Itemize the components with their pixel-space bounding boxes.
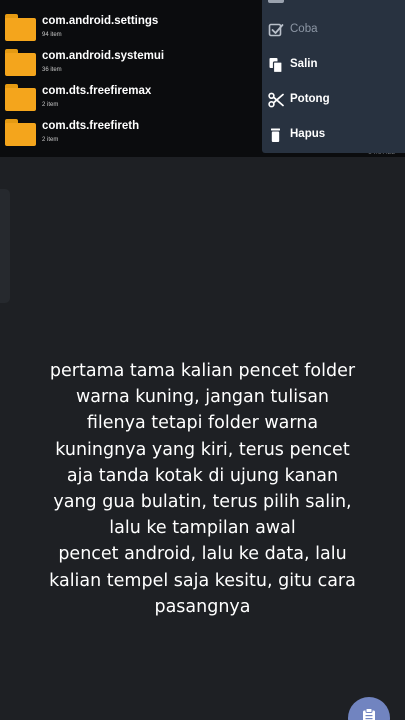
menu-item-label: Potong: [290, 93, 330, 105]
clipboard-icon: [363, 708, 375, 720]
screen: com.android.settings 94 item com.android…: [0, 0, 405, 720]
file-item-count: 2 item: [42, 137, 59, 143]
menu-item-label: Coba: [290, 23, 318, 35]
file-row[interactable]: com.dts.freefiremax 2 item: [0, 80, 262, 115]
context-menu: Coba Salin Potong Hapus: [262, 0, 405, 153]
menu-item-label: Salin: [290, 58, 318, 70]
file-name: com.android.systemui: [42, 50, 165, 62]
file-item-count: 94 item: [42, 32, 62, 38]
caption-text: pertama tama kalian pencet folder warna …: [30, 358, 375, 620]
paste-fab-button[interactable]: [348, 697, 390, 720]
menu-item-hapus[interactable]: Hapus: [262, 120, 405, 150]
caption-line: pencet android, lalu ke data, lalu: [58, 544, 347, 565]
folder-icon[interactable]: [5, 119, 36, 146]
caption-line: aja tanda kotak di ujung kanan: [66, 465, 339, 486]
file-row[interactable]: com.android.settings 94 item: [0, 10, 262, 45]
copy-icon: [269, 58, 283, 73]
folder-icon[interactable]: [5, 84, 36, 111]
folder-icon[interactable]: [5, 49, 36, 76]
caption-line: kuningnya yang kiri, terus pencet: [55, 439, 350, 460]
side-panel-handle[interactable]: [0, 189, 10, 303]
caption-line: kalian tempel saja kesitu, gitu cara: [49, 570, 356, 591]
caption-line: pertama tama kalian pencet folder: [49, 361, 356, 381]
file-name: com.android.settings: [42, 15, 159, 27]
file-item-count: 36 item: [42, 67, 62, 73]
file-name: com.dts.freefiremax: [42, 85, 152, 97]
checkbox-icon: [268, 23, 284, 37]
menu-item-label: Hapus: [290, 128, 326, 140]
caption-line: warna kuning, jangan tulisan: [75, 387, 330, 408]
menu-item-coba[interactable]: Coba: [262, 15, 405, 45]
caption-line: lalu ke tampilan awal: [109, 518, 296, 539]
menu-item-potong[interactable]: Potong: [262, 85, 405, 115]
file-item-count: 2 item: [42, 102, 59, 108]
file-row[interactable]: com.dts.freefireth 2 item: [0, 115, 262, 150]
trash-icon: [271, 128, 280, 142]
menu-item-partial: [268, 0, 284, 3]
file-row[interactable]: com.android.systemui 36 item: [0, 45, 262, 80]
caption-line: yang gua bulatin, terus pilih salin,: [53, 492, 352, 513]
file-name: com.dts.freefireth: [42, 120, 140, 132]
folder-icon[interactable]: [5, 14, 36, 41]
scissors-icon: [268, 92, 284, 108]
caption-line: pasangnya: [154, 596, 251, 617]
caption-line: filenya tetapi folder warna: [86, 413, 319, 434]
menu-item-salin[interactable]: Salin: [262, 50, 405, 80]
